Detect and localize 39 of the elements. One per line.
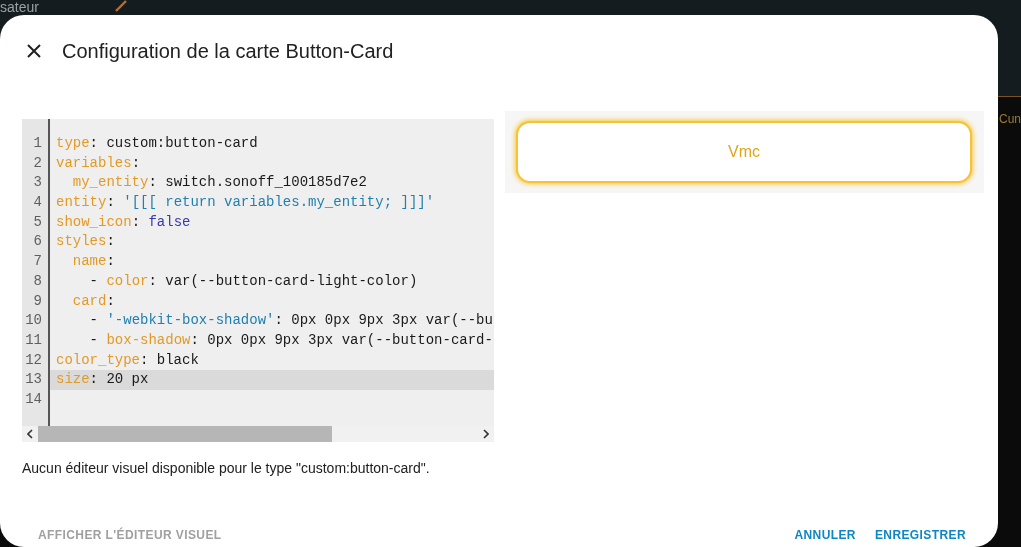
code-line: name: — [71, 253, 115, 270]
line-number: 4 — [33, 194, 42, 211]
info-message: Aucun éditeur visuel disponible pour le type "custom:button-card". — [22, 460, 431, 476]
line-number: 2 — [33, 154, 42, 171]
code-line: color_type: black — [56, 351, 199, 368]
scrollbar-thumb[interactable] — [38, 426, 332, 442]
stroke-icon — [114, 0, 127, 12]
line-number: 7 — [33, 253, 42, 270]
close-icon[interactable] — [27, 44, 41, 58]
line-number: 6 — [33, 233, 42, 250]
dialog-title: Configuration de la carte Button-Card — [62, 39, 394, 63]
code-line: styles: — [56, 233, 115, 250]
line-number: 8 — [33, 272, 42, 289]
header-text: sateur — [0, 0, 39, 14]
code-line: my_entity: switch.sonoff_100185d7e2 — [71, 174, 367, 191]
code-line: size: 20 px — [56, 371, 149, 388]
chevron-left-icon[interactable] — [27, 429, 33, 439]
line-number: 3 — [33, 174, 42, 191]
cancel-button[interactable]: ANNULER — [786, 523, 864, 547]
line-number: 11 — [25, 331, 42, 348]
code-line: - '-webkit-box-shadow': 0px 0px 9px 3px var(--bu — [88, 312, 493, 329]
line-number: 5 — [33, 213, 42, 230]
line-number: 12 — [25, 351, 42, 368]
line-number: 1 — [33, 135, 42, 151]
code-line: entity: '[[[ return variables.my_entity; ]]]' — [56, 194, 435, 211]
line-number: 14 — [25, 390, 42, 407]
line-number: 9 — [33, 292, 42, 309]
code-line: variables: — [56, 154, 141, 171]
code-line: type: custom:button-card — [56, 135, 258, 151]
side-text: Cun — [999, 111, 1021, 127]
code-line: - box-shadow: 0px 0px 9px 3px var(--button-card- — [88, 331, 493, 348]
line-number: 10 — [25, 312, 42, 329]
code-editor[interactable] — [22, 119, 494, 442]
code-line: - color: var(--button-card-light-color) — [88, 272, 418, 289]
code-line: show_icon: false — [56, 213, 191, 230]
save-button[interactable]: ENREGISTRER — [866, 523, 974, 547]
line-number: 13 — [25, 371, 42, 388]
code-line: card: — [71, 292, 115, 309]
chevron-right-icon[interactable] — [483, 429, 489, 439]
